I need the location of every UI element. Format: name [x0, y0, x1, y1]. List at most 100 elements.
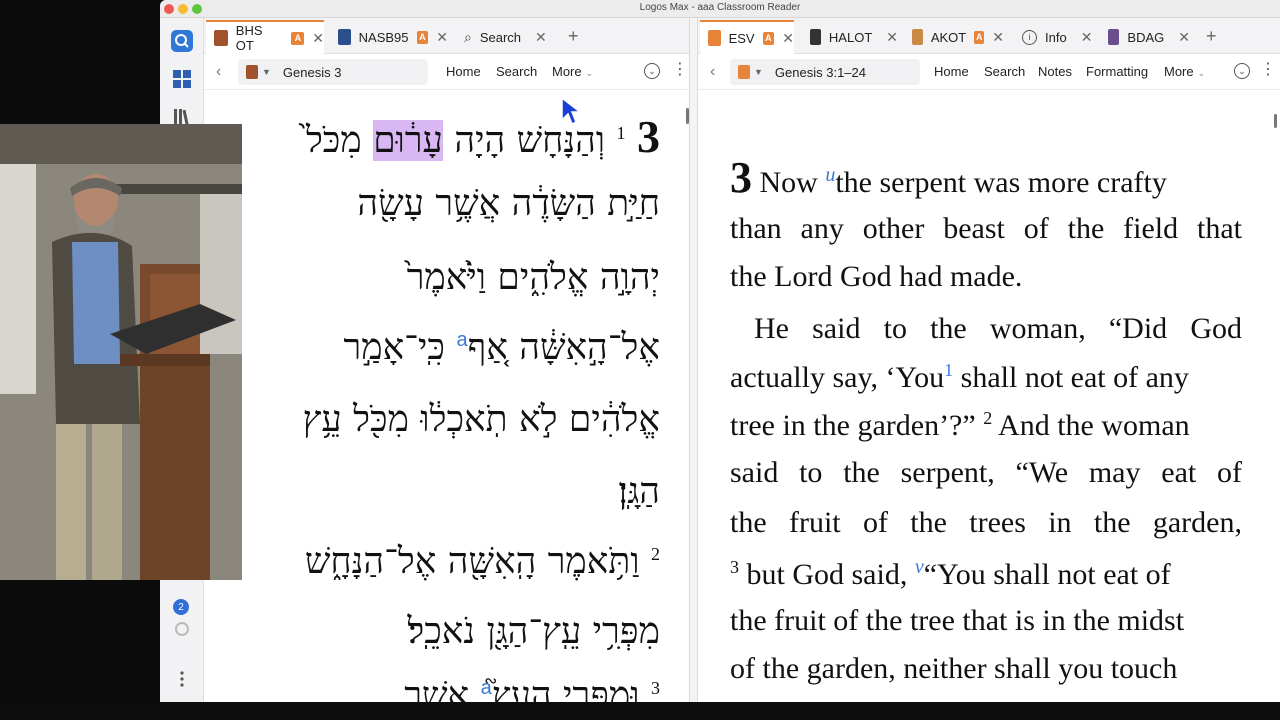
- panel-divider[interactable]: [690, 18, 698, 702]
- hebrew-line[interactable]: אֱלֹהִ֔ים לֹ֣א תֹֽאכְל֔וּ מִכֹּ֖ל עֵ֥ץ: [303, 398, 660, 440]
- close-tab-icon[interactable]: ✕: [312, 30, 324, 47]
- close-tab-icon[interactable]: ✕: [1081, 29, 1093, 46]
- english-line: 3 Now uthe serpent was more crafty: [730, 152, 1167, 203]
- hebrew-line[interactable]: מִפְּרִ֥י עֵֽץ־הַגָּ֖ן נֹאכֵֽל׃: [407, 610, 660, 652]
- english-line[interactable]: the Lord God had made.: [730, 260, 1022, 294]
- more-menu[interactable]: More ⌄: [552, 64, 593, 79]
- info-icon: i: [1022, 29, 1037, 45]
- chapter-number: 3: [730, 153, 752, 202]
- panel-menu-icon[interactable]: ⋮: [1260, 62, 1276, 78]
- back-arrow-icon[interactable]: ‹: [216, 63, 221, 81]
- right-scrollbar[interactable]: [1274, 114, 1277, 128]
- home-link[interactable]: Home: [446, 64, 481, 79]
- footnote-marker[interactable]: a: [481, 677, 492, 699]
- left-toolbar: ‹ ▼ Genesis 3 Home Search More ⌄ ⌄ ⋮: [204, 54, 689, 90]
- english-line: actually say, ‘You1 shall not eat of any: [730, 360, 1189, 395]
- verse-text[interactable]: tree in the garden’?”: [730, 409, 983, 442]
- close-tab-icon[interactable]: ✕: [886, 29, 898, 46]
- hebrew-word[interactable]: וְהַנָּחָשׁ הָיָה: [443, 120, 605, 161]
- tab-label: BDAG: [1127, 29, 1165, 45]
- verse-text[interactable]: but God said,: [739, 558, 915, 591]
- hebrew-word[interactable]: מִכֹּל֙: [306, 120, 373, 161]
- tab-bdag[interactable]: BDAG ✕: [1100, 20, 1190, 54]
- hebrew-word[interactable]: וַתֹּ֥אמֶר הָֽאִשָּׁ֖ה אֶל־הַנָּחָ֑שׁ: [305, 541, 640, 582]
- hebrew-line[interactable]: חַיַּ֣ת הַשָּׂדֶ֔ה אֲשֶׁ֥ר עָשָׂ֖ה: [357, 182, 660, 224]
- book-icon: [214, 30, 228, 46]
- reference-input[interactable]: Genesis 3:1–24: [775, 65, 866, 80]
- add-tab-icon[interactable]: +: [1206, 26, 1217, 47]
- tab-esv[interactable]: ESV A ✕: [700, 20, 794, 54]
- tab-label: Info: [1045, 29, 1067, 45]
- search-link[interactable]: Search: [984, 64, 1025, 79]
- formatting-link[interactable]: Formatting: [1086, 64, 1148, 79]
- english-line[interactable]: said to the serpent, “We may eat of: [730, 456, 1242, 490]
- sync-icon[interactable]: [169, 616, 195, 642]
- close-tab-icon[interactable]: ✕: [992, 29, 1004, 46]
- video-bottom-strip: [0, 702, 1280, 720]
- visual-filter-icon[interactable]: ⌄: [644, 63, 660, 79]
- visual-filter-icon[interactable]: ⌄: [1234, 63, 1250, 79]
- verse-text[interactable]: “You shall not eat of: [924, 558, 1171, 591]
- more-menu[interactable]: More ⌄: [1164, 64, 1205, 79]
- cross-reference-marker[interactable]: v: [915, 556, 924, 578]
- verse-number: 3: [730, 557, 739, 577]
- close-tab-icon[interactable]: ✕: [1178, 29, 1190, 46]
- left-tab-bar: BHS OT A ✕ NASB95 A ✕ ⌕ Search ✕ +: [204, 18, 689, 54]
- hebrew-word[interactable]: וּמִפְּרִ֣י הָעֵץ֮: [492, 675, 640, 702]
- english-line[interactable]: He said to the woman, “Did God: [754, 312, 1242, 346]
- more-options-icon[interactable]: [169, 666, 195, 692]
- hebrew-text: 3 1 וְהַנָּחָשׁ הָיָה עָר֔וּם מִכֹּל֙ חַ…: [204, 90, 689, 702]
- english-line[interactable]: than any other beast of the field that: [730, 212, 1242, 246]
- hebrew-line[interactable]: יְהוָ֣ה אֱלֹהִ֑ים וַיֹּ֙אמֶר֙: [407, 256, 660, 298]
- highlighted-word[interactable]: עָר֔וּם: [373, 120, 443, 161]
- book-icon: [1108, 29, 1120, 45]
- search-home-icon[interactable]: [169, 28, 195, 54]
- english-line[interactable]: the fruit of the trees in the garden,: [730, 506, 1242, 540]
- verse-text[interactable]: shall not eat of any: [953, 361, 1189, 394]
- more-label: More: [552, 64, 582, 79]
- footnote-marker[interactable]: a: [456, 329, 467, 351]
- tab-search[interactable]: ⌕ Search ✕: [456, 20, 556, 54]
- tab-akot[interactable]: AKOT A ✕: [904, 20, 1004, 54]
- resource-badge: A: [291, 31, 305, 45]
- english-text: 3 Now uthe serpent was more crafty than …: [698, 90, 1280, 702]
- hebrew-word[interactable]: אֲשֶׁ֣ר: [404, 675, 480, 702]
- home-link[interactable]: Home: [934, 64, 969, 79]
- footnote-marker[interactable]: 1: [944, 360, 953, 380]
- hebrew-line: 2 וַתֹּ֥אמֶר הָֽאִשָּׁ֖ה אֶל־הַנָּחָ֑שׁ: [305, 540, 660, 582]
- back-arrow-icon[interactable]: ‹: [710, 63, 715, 81]
- verse-text[interactable]: the serpent was more crafty: [835, 166, 1167, 199]
- verse-text[interactable]: And the woman: [992, 409, 1190, 442]
- verse-text[interactable]: Now: [760, 166, 826, 199]
- left-scrollbar[interactable]: [686, 108, 689, 124]
- close-tab-icon[interactable]: ✕: [782, 30, 794, 47]
- close-tab-icon[interactable]: ✕: [436, 29, 448, 46]
- add-tab-icon[interactable]: +: [568, 26, 579, 47]
- book-icon: [338, 29, 351, 45]
- english-line[interactable]: the fruit of the tree that is in the mid…: [730, 604, 1184, 638]
- cross-reference-marker[interactable]: u: [825, 164, 835, 186]
- verse-text[interactable]: actually say, ‘You: [730, 361, 944, 394]
- notes-link[interactable]: Notes: [1038, 64, 1072, 79]
- hebrew-word[interactable]: כִּֽי־אָמַ֣ר: [344, 327, 457, 368]
- english-line[interactable]: of the garden, neither shall you touch: [730, 652, 1177, 686]
- close-tab-icon[interactable]: ✕: [535, 29, 547, 46]
- dashboard-icon[interactable]: [169, 66, 195, 92]
- tab-bhs-ot[interactable]: BHS OT A ✕: [206, 20, 324, 54]
- reference-box[interactable]: ▼ Genesis 3:1–24: [730, 59, 920, 85]
- resource-badge: A: [974, 30, 985, 44]
- panel-menu-icon[interactable]: ⋮: [672, 62, 688, 78]
- left-panel: BHS OT A ✕ NASB95 A ✕ ⌕ Search ✕ + ‹ ▼ G…: [204, 18, 690, 702]
- search-link[interactable]: Search: [496, 64, 537, 79]
- hebrew-line: 3 1 וְהַנָּחָשׁ הָיָה עָר֔וּם מִכֹּל֙: [306, 110, 660, 163]
- tab-info[interactable]: i Info ✕: [1014, 20, 1100, 54]
- notification-badge[interactable]: 2: [173, 599, 189, 615]
- tab-halot[interactable]: HALOT ✕: [802, 20, 898, 54]
- verse-number: 2: [651, 544, 660, 564]
- hebrew-word[interactable]: אֶל־הָ֣אִשָּׁ֔ה אַ֚ף: [468, 327, 660, 368]
- reference-input[interactable]: Genesis 3: [283, 65, 342, 80]
- hebrew-line[interactable]: הַגָּֽן׃: [618, 470, 660, 512]
- reference-box[interactable]: ▼ Genesis 3: [238, 59, 428, 85]
- tab-nasb95[interactable]: NASB95 A ✕: [330, 20, 448, 54]
- tab-label: HALOT: [828, 29, 873, 45]
